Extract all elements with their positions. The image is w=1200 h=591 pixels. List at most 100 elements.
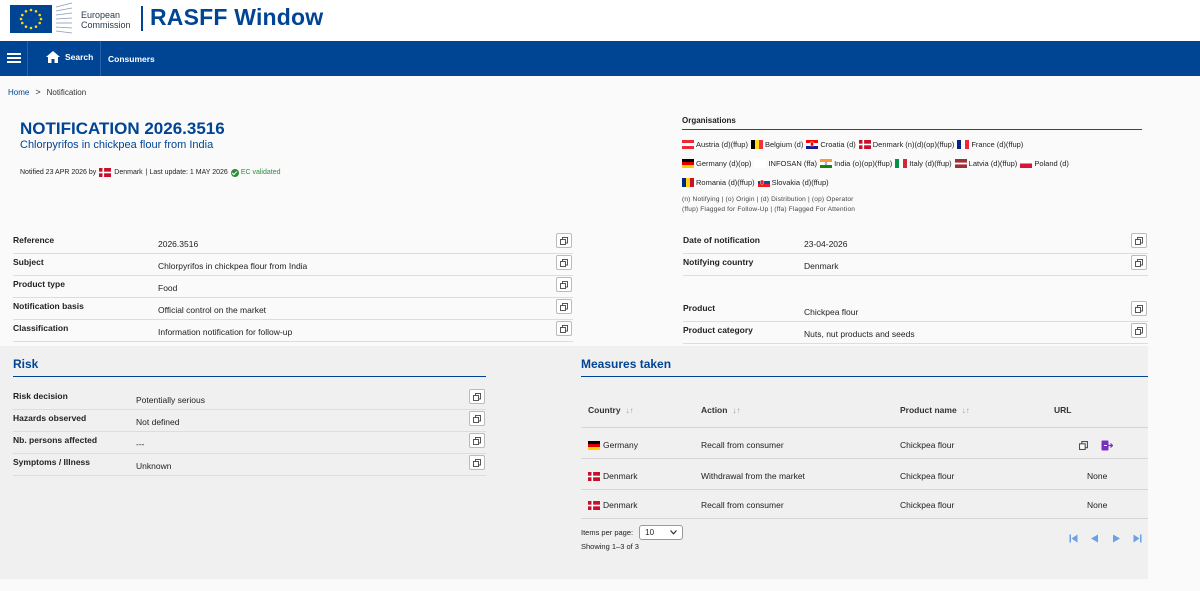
poland-flag-icon — [1020, 159, 1033, 168]
detail-label: Subject — [13, 257, 44, 267]
detail-label: Product — [683, 303, 716, 313]
country-cell: Germany — [588, 440, 638, 450]
denmark-flag-icon — [99, 168, 112, 177]
ec-wordmark: European Commission — [81, 10, 131, 30]
copy-button[interactable] — [1131, 255, 1147, 270]
detail-value: 23-04-2026 — [804, 239, 848, 249]
detail-value: Food — [158, 283, 178, 293]
slovakia-flag-icon — [757, 178, 770, 187]
copy-button[interactable] — [556, 321, 572, 336]
column-product[interactable]: Product name ↓↑ — [900, 405, 970, 415]
first-page-icon[interactable] — [1069, 534, 1078, 543]
column-country[interactable]: Country ↓↑ — [588, 405, 634, 415]
detail-label: Date of notification — [683, 235, 760, 245]
copy-button[interactable] — [556, 299, 572, 314]
sort-icon: ↓↑ — [961, 405, 970, 415]
organisation-item: Austria (d)(ffup) — [682, 136, 748, 153]
chevron-down-icon — [670, 530, 678, 535]
items-per-page: Items per page: 10 — [581, 525, 684, 540]
risk-value: Potentially serious — [136, 395, 205, 405]
country-cell: Denmark — [588, 471, 637, 481]
table-row: Denmark Withdrawal from the market Chickpe… — [581, 461, 1148, 490]
breadcrumb-current: Notification — [46, 87, 87, 97]
action-cell: Recall from consumer — [701, 500, 784, 510]
copy-button[interactable] — [469, 433, 485, 448]
organisation-label: Latvia (d)(ffup) — [968, 159, 1018, 168]
copy-button[interactable] — [556, 233, 572, 248]
header-divider — [141, 6, 143, 31]
ec-validated-badge: EC validated — [230, 168, 281, 177]
breadcrumb-home[interactable]: Home — [8, 88, 29, 97]
previous-page-icon[interactable] — [1090, 534, 1099, 543]
country-name: Denmark — [603, 471, 638, 481]
detail-value: Chickpea flour — [804, 307, 859, 317]
risk-label: Risk decision — [13, 391, 68, 401]
organisation-item: Germany (d)(op) — [682, 155, 751, 172]
copy-icon — [473, 458, 481, 467]
last-page-icon[interactable] — [1133, 534, 1142, 543]
home-icon — [46, 51, 60, 63]
detail-value: 2026.3516 — [158, 239, 199, 249]
austria-flag-icon — [682, 140, 694, 149]
app-title[interactable]: RASFF Window — [150, 4, 323, 31]
copy-button[interactable] — [1079, 441, 1088, 450]
copy-icon — [1135, 326, 1143, 335]
menu-button[interactable] — [0, 41, 28, 76]
detail-row: Classification Information notification f… — [13, 321, 573, 342]
open-link-icon[interactable] — [1101, 440, 1113, 451]
detail-label: Notifying country — [683, 257, 754, 267]
items-per-page-label: Items per page: — [581, 528, 634, 537]
copy-icon — [560, 280, 568, 289]
copy-button[interactable] — [1131, 301, 1147, 316]
country-name: Germany — [603, 440, 638, 450]
column-action[interactable]: Action ↓↑ — [701, 405, 740, 415]
copy-button[interactable] — [469, 411, 485, 426]
detail-value: Chlorpyrifos in chickpea flour from Indi… — [158, 261, 308, 271]
detail-row: Product category Nuts, nut products and s… — [683, 323, 1148, 344]
latvia-flag-icon — [954, 159, 967, 168]
croatia-flag-icon — [806, 140, 819, 149]
ec-logo[interactable] — [4, 1, 74, 35]
nav-consumers-link[interactable]: Consumers — [108, 54, 155, 64]
action-cell: Withdrawal from the market — [701, 471, 805, 481]
organisations-legend: (n) Notifying | (o) Origin | (d) Distrib… — [682, 195, 1142, 215]
organisation-item: Latvia (d)(ffup) — [954, 155, 1018, 172]
next-page-icon[interactable] — [1112, 534, 1121, 543]
copy-button[interactable] — [1131, 323, 1147, 338]
risk-row: Symptoms / Illness Unknown — [13, 455, 486, 476]
organisation-label: INFOSAN (ffa) — [768, 159, 818, 168]
germany-flag-icon — [682, 159, 694, 168]
copy-button[interactable] — [556, 277, 572, 292]
column-action-label: Action — [701, 405, 728, 415]
risk-value: Unknown — [136, 461, 172, 471]
column-country-label: Country — [588, 405, 621, 415]
table-row: Denmark Recall from consumer Chickpea flou… — [581, 490, 1148, 519]
column-url: URL — [1054, 405, 1071, 415]
meta-notified: Notified 23 APR 2026 by — [20, 169, 97, 176]
copy-button[interactable] — [1131, 233, 1147, 248]
copy-icon — [560, 258, 568, 267]
copy-icon — [560, 236, 568, 245]
organisation-label: Romania (d)(ffup) — [696, 178, 755, 187]
organisation-item: Belgium (d) — [750, 136, 803, 153]
country-cell: Denmark — [588, 500, 637, 510]
sort-icon: ↓↑ — [732, 405, 741, 415]
copy-button[interactable] — [469, 389, 485, 404]
organisation-item: Slovakia (d)(ffup) — [757, 174, 829, 191]
organisation-label: France (d)(ffup) — [971, 140, 1024, 149]
copy-button[interactable] — [469, 455, 485, 470]
detail-value: Denmark — [804, 261, 839, 271]
page-title: NOTIFICATION 2026.3516 — [20, 119, 225, 138]
page-subtitle: Chlorpyrifos in chickpea flour from Indi… — [20, 139, 214, 151]
items-per-page-select[interactable]: 10 — [639, 525, 684, 540]
detail-value: Nuts, nut products and seeds — [804, 329, 915, 339]
organisation-item: Denmark (n)(d)(op)(ffup) — [858, 136, 954, 153]
risk-value: --- — [136, 439, 145, 449]
sort-icon: ↓↑ — [625, 405, 634, 415]
copy-button[interactable] — [556, 255, 572, 270]
risk-row: Nb. persons affected --- — [13, 433, 486, 454]
detail-row: Product Chickpea flour — [683, 301, 1148, 322]
germany-flag-icon — [588, 440, 600, 450]
detail-label: Classification — [13, 323, 69, 333]
nav-search-link[interactable]: Search — [46, 51, 93, 63]
